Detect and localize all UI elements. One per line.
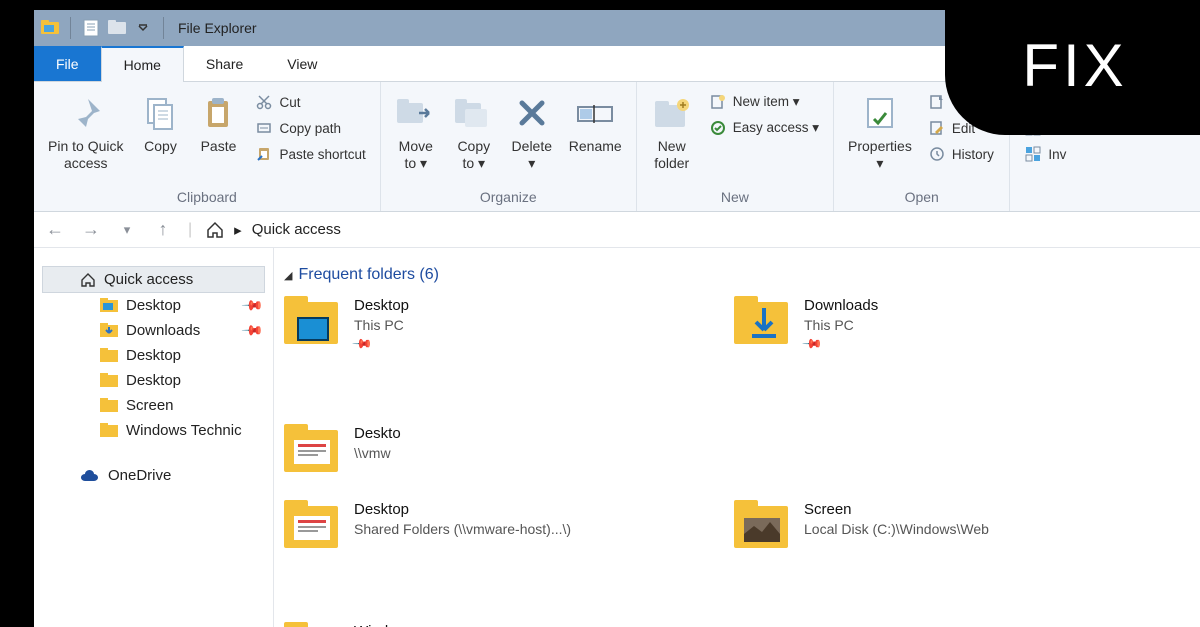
pin-icon: 📌 xyxy=(800,332,823,355)
window-title: File Explorer xyxy=(178,20,257,36)
navigation-bar: ← → ▾ ↑ | ▸ Quick access xyxy=(34,212,1200,248)
pin-icon xyxy=(65,92,107,134)
breadcrumb-separator: ▸ xyxy=(234,221,242,239)
customize-qat-dropdown-icon[interactable] xyxy=(133,18,153,38)
shared-folder-icon xyxy=(284,424,344,476)
easy-access-button[interactable]: Easy access ▾ xyxy=(703,116,825,140)
folder-item-desktop[interactable]: Desktop This PC 📌 xyxy=(284,296,664,354)
history-button[interactable]: History xyxy=(922,142,1002,166)
recent-locations-dropdown[interactable]: ▾ xyxy=(116,222,138,238)
downloads-icon xyxy=(100,323,118,339)
pin-to-quick-access-button[interactable]: Pin to Quick access xyxy=(42,88,129,176)
properties-button[interactable]: Properties ▾ xyxy=(842,88,918,176)
delete-icon xyxy=(511,92,553,134)
home-icon xyxy=(80,272,96,288)
disclosure-icon: ◢ xyxy=(284,269,292,282)
separator xyxy=(163,17,164,39)
move-to-button[interactable]: Move to ▾ xyxy=(389,88,443,176)
properties-icon xyxy=(859,92,901,134)
desktop-icon xyxy=(100,298,118,314)
rename-button[interactable]: Rename xyxy=(563,88,628,159)
sidebar-item-quick-access[interactable]: Quick access xyxy=(42,266,265,293)
new-item-icon xyxy=(709,93,727,111)
rename-icon xyxy=(574,92,616,134)
frequent-folders-grid-row2: Desktop Shared Folders (\\vmware-host)..… xyxy=(284,500,1190,627)
frequent-folders-grid: Desktop This PC 📌 Downloads This PC 📌 xyxy=(284,296,1190,476)
folder-icon xyxy=(100,348,118,364)
sidebar-item-desktop[interactable]: Desktop 📌 xyxy=(34,293,273,318)
copy-path-button[interactable]: Copy path xyxy=(249,116,371,140)
folder-item-downloads[interactable]: Downloads This PC 📌 xyxy=(734,296,1054,354)
properties-qat-icon[interactable] xyxy=(81,18,101,38)
pin-icon: 📌 xyxy=(350,332,373,355)
folder-item-screen[interactable]: Screen Local Disk (C:)\Windows\Web xyxy=(734,500,1054,552)
folder-item-windows[interactable]: Windo Local xyxy=(284,622,404,627)
up-button[interactable]: ↑ xyxy=(152,219,174,240)
move-to-icon xyxy=(395,92,437,134)
folder-icon xyxy=(100,398,118,414)
copy-to-button[interactable]: Copy to ▾ xyxy=(447,88,501,176)
copy-to-icon xyxy=(453,92,495,134)
sidebar-item-screen[interactable]: Screen xyxy=(34,393,273,418)
folder-item-desktop-shared[interactable]: Desktop Shared Folders (\\vmware-host)..… xyxy=(284,500,664,552)
copy-button[interactable]: Copy xyxy=(133,88,187,159)
new-folder-qat-icon[interactable] xyxy=(107,18,127,38)
forward-button[interactable]: → xyxy=(80,219,102,240)
address-bar[interactable]: ▸ Quick access xyxy=(206,221,341,239)
frequent-folders-header[interactable]: ◢ Frequent folders (6) xyxy=(284,266,1190,284)
new-folder-button[interactable]: New folder xyxy=(645,88,699,176)
pin-icon: 📌 xyxy=(240,293,264,317)
invert-selection-button[interactable]: Inv xyxy=(1018,142,1072,166)
home-icon xyxy=(206,221,224,239)
fix-badge: FIX xyxy=(945,0,1200,135)
tab-home[interactable]: Home xyxy=(101,46,184,82)
paste-icon xyxy=(197,92,239,134)
ribbon-group-new: New folder New item ▾ Easy access ▾ New xyxy=(637,82,834,211)
app-icon xyxy=(40,18,60,38)
copy-path-icon xyxy=(255,119,273,137)
delete-button[interactable]: Delete ▾ xyxy=(505,88,559,176)
folder-icon xyxy=(100,373,118,389)
ribbon-group-organize: Move to ▾ Copy to ▾ Delete ▾ Rename Orga… xyxy=(381,82,637,211)
sidebar-item-desktop3[interactable]: Desktop xyxy=(34,368,273,393)
navigation-pane: Quick access Desktop 📌 Downloads 📌 Deskt… xyxy=(34,248,274,627)
sidebar-item-onedrive[interactable]: OneDrive xyxy=(34,463,273,488)
easy-access-icon xyxy=(709,119,727,137)
invert-selection-icon xyxy=(1024,145,1042,163)
onedrive-icon xyxy=(80,469,100,483)
paste-shortcut-button[interactable]: Paste shortcut xyxy=(249,142,371,166)
open-icon xyxy=(928,93,946,111)
folder-icon xyxy=(100,423,118,439)
desktop-folder-icon xyxy=(284,296,344,348)
edit-icon xyxy=(928,119,946,137)
pictures-folder-icon xyxy=(734,500,794,552)
separator xyxy=(70,17,71,39)
sidebar-item-windows-technic[interactable]: Windows Technic xyxy=(34,418,273,443)
paste-button[interactable]: Paste xyxy=(191,88,245,159)
cut-button[interactable]: Cut xyxy=(249,90,371,114)
scissors-icon xyxy=(255,93,273,111)
downloads-folder-icon xyxy=(734,296,794,348)
tab-view[interactable]: View xyxy=(265,46,339,81)
pin-icon: 📌 xyxy=(240,318,264,342)
shared-folder-icon xyxy=(284,500,344,552)
sidebar-item-downloads[interactable]: Downloads 📌 xyxy=(34,318,273,343)
back-button[interactable]: ← xyxy=(44,219,66,240)
paste-shortcut-icon xyxy=(255,145,273,163)
copy-icon xyxy=(139,92,181,134)
pictures-folder-icon xyxy=(284,622,344,627)
folder-item-desktop-vmw[interactable]: Deskto \\vmw xyxy=(284,424,404,476)
tab-share[interactable]: Share xyxy=(184,46,265,81)
breadcrumb-location[interactable]: Quick access xyxy=(252,221,341,238)
content-area: Quick access Desktop 📌 Downloads 📌 Deskt… xyxy=(34,248,1200,627)
ribbon-group-clipboard: Pin to Quick access Copy Paste Cut Copy … xyxy=(34,82,381,211)
history-icon xyxy=(928,145,946,163)
tab-file[interactable]: File xyxy=(34,46,101,81)
sidebar-item-desktop2[interactable]: Desktop xyxy=(34,343,273,368)
new-folder-icon xyxy=(651,92,693,134)
main-pane: ◢ Frequent folders (6) Desktop This PC 📌 xyxy=(274,248,1200,627)
new-item-button[interactable]: New item ▾ xyxy=(703,90,825,114)
